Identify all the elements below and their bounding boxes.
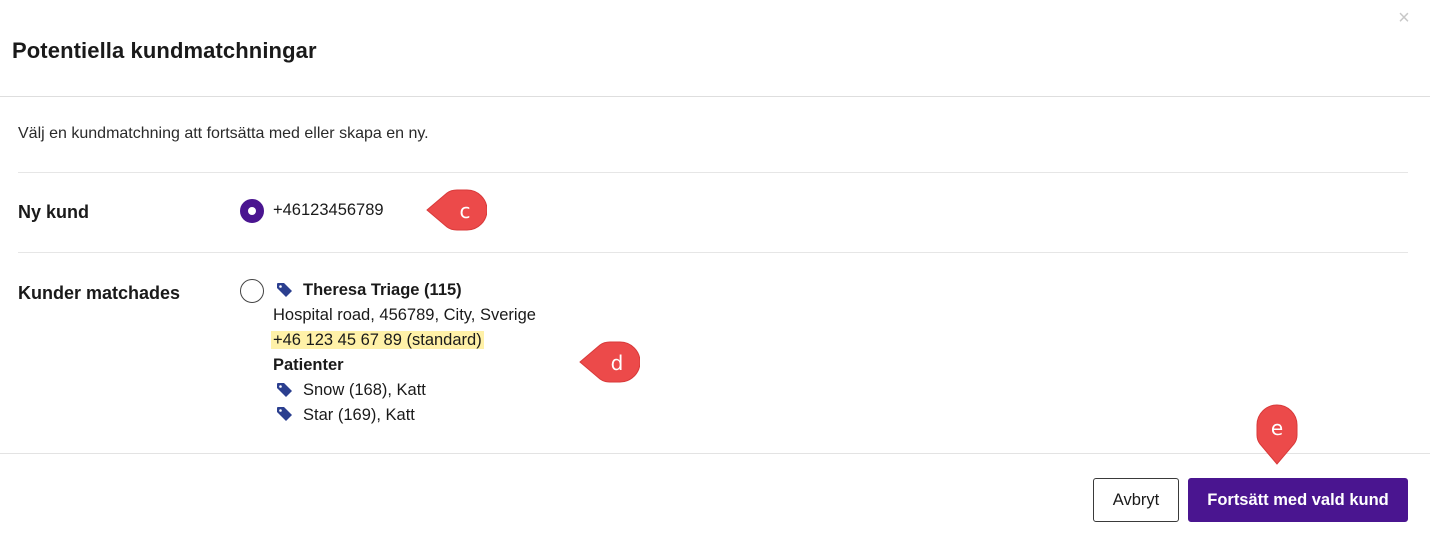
row-divider	[18, 252, 1408, 253]
customer-match-dialog: × Potentiella kundmatchningar Välj en ku…	[0, 0, 1430, 545]
new-customer-phone: +46123456789	[273, 201, 384, 219]
customer-phone: +46 123 45 67 89 (standard)	[271, 331, 484, 350]
close-icon[interactable]: ×	[1394, 8, 1414, 28]
dialog-intro: Välj en kundmatchning att fortsätta med …	[18, 125, 429, 142]
customer-name[interactable]: Theresa Triage (115)	[303, 281, 462, 300]
callout-d-label: d	[610, 351, 624, 375]
footer-divider	[0, 453, 1430, 454]
customer-phone-highlight: +46 123 45 67 89 (standard)	[271, 331, 484, 349]
continue-with-selected-customer-button[interactable]: Fortsätt med vald kund	[1188, 478, 1408, 522]
dialog-title: Potentiella kundmatchningar	[12, 38, 317, 63]
callout-e-label: e	[1270, 416, 1284, 440]
new-customer-label: Ny kund	[18, 202, 90, 222]
patient-item[interactable]: Star (169), Katt	[303, 406, 415, 425]
tag-icon	[277, 407, 292, 421]
matched-customer-radio[interactable]	[240, 279, 264, 303]
callout-c-label: c	[459, 199, 471, 223]
tag-icon	[277, 383, 292, 397]
new-customer-radio[interactable]	[240, 199, 264, 223]
cancel-button[interactable]: Avbryt	[1093, 478, 1179, 522]
matched-customers-label: Kunder matchades	[18, 283, 181, 303]
patient-item[interactable]: Snow (168), Katt	[303, 381, 426, 400]
customer-address: Hospital road, 456789, City, Sverige	[273, 306, 536, 324]
patients-heading: Patienter	[273, 356, 344, 374]
tag-icon	[277, 283, 292, 297]
row-divider	[18, 172, 1408, 173]
